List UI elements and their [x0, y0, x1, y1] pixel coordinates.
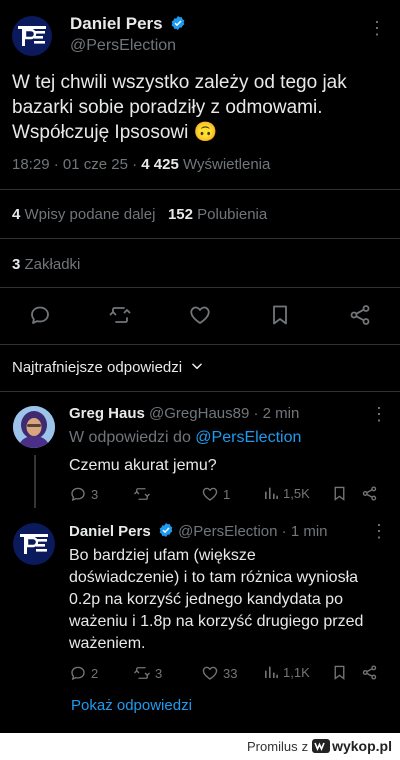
pe-logo-icon [18, 26, 46, 46]
verified-badge-icon [172, 16, 185, 30]
retweet-button[interactable]: 3 [133, 664, 162, 682]
reply-text: Czemu akurat jemu? [69, 457, 217, 474]
likes-stat[interactable]: 152 Polubienia [168, 206, 267, 223]
reply-icon[interactable] [26, 301, 54, 329]
retweet-button[interactable] [133, 485, 155, 503]
like-icon[interactable] [186, 301, 214, 329]
chevron-down-icon [192, 363, 203, 370]
retweet-icon [134, 488, 150, 500]
author-name[interactable]: Daniel Pers [70, 14, 186, 34]
views-button[interactable]: 1,5K [263, 485, 310, 501]
like-button[interactable]: 33 [201, 664, 237, 682]
bookmark-icon[interactable] [331, 664, 348, 681]
like-icon [202, 487, 218, 501]
divider [0, 391, 400, 392]
reply-header: Daniel Pers @PersElection · 1 min [69, 522, 328, 540]
bookmark-icon[interactable] [331, 485, 348, 502]
more-options-icon[interactable]: ⋮ [370, 521, 388, 542]
footer-user[interactable]: Promilus [247, 739, 298, 754]
reply-author-handle[interactable]: @PersElection [178, 523, 277, 540]
views-count: 4 425 [141, 156, 179, 173]
avatar[interactable] [13, 523, 55, 565]
tweet-text-line: Współczuję Ipsosowi 🙃 [12, 122, 218, 143]
bookmarks-stat[interactable]: 3 Zakładki [12, 256, 80, 273]
reply-text-line: Bo bardziej ufam (większe [69, 547, 256, 564]
reply-text-line: 0.2p na korzyść jednego kandydata po [69, 591, 343, 608]
avatar[interactable] [12, 16, 52, 56]
divider [0, 238, 400, 239]
author-handle[interactable]: @PersElection [70, 37, 176, 55]
bookmark-icon[interactable] [266, 301, 294, 329]
reply-button[interactable]: 3 [69, 485, 98, 503]
replies-sort-dropdown[interactable]: Najtrafniejsze odpowiedzi [12, 359, 204, 376]
tweet-text-line: bazarki sobie poradziły z odmowami. [12, 97, 323, 118]
show-replies-link[interactable]: Pokaż odpowiedzi [71, 697, 192, 714]
divider [0, 344, 400, 345]
reply-icon [71, 487, 85, 502]
footer-bar: Promilus z wykop.pl [0, 733, 400, 760]
tweet-action-bar [0, 301, 400, 331]
upside-down-face-emoji: 🙃 [193, 122, 218, 143]
share-icon[interactable] [361, 485, 378, 502]
retweet-icon[interactable] [106, 301, 134, 329]
reply-author-name[interactable]: Daniel Pers [69, 523, 151, 540]
tweet-text-line: W tej chwili wszystko zależy od tego jak [12, 72, 347, 93]
replying-to: W odpowiedzi do @PersElection [69, 429, 302, 446]
avatar[interactable] [13, 406, 55, 448]
reply-button[interactable]: 2 [69, 664, 98, 682]
wykop-logo-icon [312, 739, 331, 753]
thread-connector [34, 455, 36, 508]
reply-text-line: ważeniem. [69, 635, 146, 652]
user-photo-icon [13, 406, 55, 448]
reply-text-line: ważeniu i 1.8p na korzyść drugiego przed [69, 613, 364, 630]
reply-action-bar: 3 1 1,5K [69, 485, 381, 505]
retweet-icon [134, 667, 150, 679]
footer-sep: z [301, 738, 309, 754]
verified-badge-icon [159, 523, 173, 537]
views-label: Wyświetlenia [182, 156, 271, 173]
tweet-time[interactable]: 18:29 · 01 cze 25 · [12, 156, 141, 173]
reply-time[interactable]: · 1 min [282, 523, 328, 540]
like-button[interactable]: 1 [201, 485, 230, 503]
more-options-icon[interactable]: ⋮ [370, 404, 388, 425]
reply-action-bar: 2 3 33 1,1K [69, 664, 381, 684]
reply-text-line: doświadczenie) i to tam różnica wyniosła [69, 569, 359, 586]
main-tweet-header: Daniel Pers @PersElection ⋮ [12, 14, 388, 60]
reply-time[interactable]: · 2 min [253, 405, 299, 422]
reply-text: Bo bardziej ufam (większe doświadczenie)… [69, 545, 389, 655]
wykop-logo[interactable]: wykop.pl [312, 738, 392, 754]
replies-sort-label: Najtrafniejsze odpowiedzi [12, 359, 183, 376]
divider [0, 189, 400, 190]
share-icon[interactable] [346, 301, 374, 329]
tweet-text: W tej chwili wszystko zależy od tego jak… [12, 70, 388, 145]
engagement-stats: 4 Wpisy podane dalej 152 Polubienia [12, 206, 267, 223]
replying-to-handle[interactable]: @PersElection [195, 429, 301, 446]
reply-header: Greg Haus @GregHaus89 · 2 min [69, 405, 299, 422]
views-chart-icon [265, 666, 278, 678]
reply-author-name[interactable]: Greg Haus [69, 405, 145, 422]
share-icon[interactable] [361, 664, 378, 681]
views-button[interactable]: 1,1K [263, 664, 310, 680]
footer-credit: Promilus z wykop.pl [247, 738, 392, 754]
divider [0, 287, 400, 288]
tweet-meta: 18:29 · 01 cze 25 · 4 425 Wyświetlenia [12, 156, 270, 173]
more-options-icon[interactable]: ⋮ [368, 18, 386, 39]
like-icon [202, 666, 218, 680]
reply-icon [71, 666, 85, 681]
reply-author-handle[interactable]: @GregHaus89 [149, 405, 249, 422]
retweets-stat[interactable]: 4 Wpisy podane dalej [12, 206, 155, 223]
pe-logo-icon [20, 534, 48, 554]
views-chart-icon [265, 487, 278, 499]
